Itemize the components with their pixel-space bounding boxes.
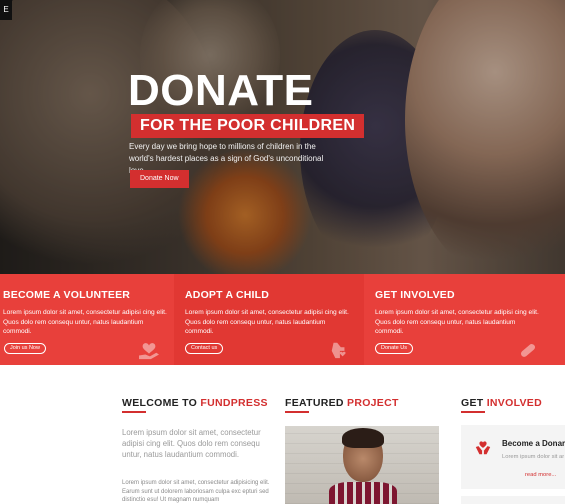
hand-heart-icon (331, 342, 346, 359)
donate-us-button[interactable]: Donate Us (375, 343, 413, 354)
column-text: Lorem ipsum dolor sit amet, consectetur … (3, 309, 167, 335)
join-us-button[interactable]: Join us Now (4, 343, 46, 354)
welcome-title: WELCOME TO FUNDPRESS (122, 397, 268, 409)
heart-hand-icon (139, 343, 159, 360)
welcome-lead-text: Lorem ipsum dolor sit amet, consectetur … (122, 428, 261, 459)
next-card[interactable] (461, 496, 565, 504)
image-child-shirt (329, 482, 397, 504)
featured-underline (285, 411, 309, 413)
get-involved-column: GET INVOLVED Lorem ipsum dolor sit amet,… (364, 274, 565, 365)
card-title: Become a Donar (502, 439, 565, 448)
become-donor-card[interactable]: Become a Donar Lorem ipsum dolor sit am … (461, 425, 565, 489)
column-title: ADOPT A CHILD (185, 289, 270, 301)
column-text: Lorem ipsum dolor sit amet, consectetur … (185, 309, 349, 335)
volunteer-column: BECOME A VOLUNTEER Lorem ipsum dolor sit… (0, 274, 174, 365)
welcome-title-prefix: WELCOME TO (122, 397, 201, 409)
corner-menu-tab[interactable]: E (0, 0, 12, 20)
adopt-column: ADOPT A CHILD Lorem ipsum dolor sit amet… (174, 274, 364, 365)
featured-title: FEATURED PROJECT (285, 397, 399, 409)
contact-us-button[interactable]: Contact us (185, 343, 224, 354)
welcome-body-text: Lorem ipsum dolor sit amet, consectetur … (122, 480, 270, 503)
donate-now-button[interactable]: Donate Now (130, 170, 189, 188)
read-more-link[interactable]: read more... (525, 472, 556, 478)
welcome-title-highlight: FUNDPRESS (200, 397, 268, 409)
image-child-hair (342, 428, 384, 448)
column-title: BECOME A VOLUNTEER (3, 289, 131, 301)
donor-hands-heart-icon (475, 441, 491, 455)
involved-title-prefix: GET (461, 397, 487, 409)
featured-title-highlight: PROJECT (347, 397, 399, 409)
card-text: Lorem ipsum dolor sit am elit sectetu ra… (502, 454, 564, 460)
involved-title: GET INVOLVED (461, 397, 542, 409)
column-title: GET INVOLVED (375, 289, 455, 301)
hero-title: DONATE (128, 66, 314, 115)
bandage-icon (520, 344, 536, 357)
featured-project-image[interactable] (285, 426, 439, 504)
welcome-underline (122, 411, 146, 413)
involved-underline (461, 411, 485, 413)
featured-title-prefix: FEATURED (285, 397, 348, 409)
involved-title-highlight: INVOLVED (486, 397, 542, 409)
column-text: Lorem ipsum dolor sit amet, consectetur … (375, 309, 539, 335)
hero-subtitle: FOR THE POOR CHILDREN (131, 114, 365, 138)
feature-band: BECOME A VOLUNTEER Lorem ipsum dolor sit… (0, 274, 565, 365)
hero-banner: E DONATE FOR THE POOR CHILDREN Every day… (0, 0, 565, 274)
